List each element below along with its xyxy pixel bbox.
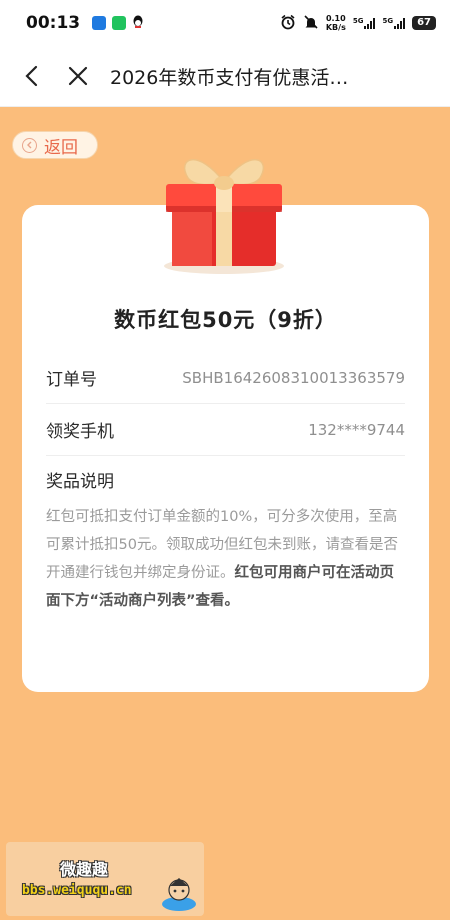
watermark-url: bbs.weiququ.cn	[22, 883, 132, 898]
order-number-row: 订单号 SBHB1642608310013363579	[46, 352, 405, 404]
close-button[interactable]	[60, 58, 96, 94]
qq-icon	[132, 14, 144, 33]
status-right: 0.10 KB/s 5G 5G 67	[280, 14, 436, 33]
return-button[interactable]: 返回	[12, 131, 98, 159]
sim1-signal: 5G	[353, 17, 376, 29]
network-speed: 0.10 KB/s	[326, 14, 346, 32]
chevron-left-circle-icon	[22, 137, 37, 153]
gift-box-icon	[158, 148, 290, 282]
watermark-name: 微趣趣	[60, 860, 109, 879]
page-title: 2026年数币支付有优惠活…	[110, 66, 349, 89]
wechat-icon	[112, 16, 127, 30]
back-arrow-button[interactable]	[14, 58, 50, 94]
signal-bars-icon	[364, 17, 376, 29]
phone-value: 132****9744	[308, 420, 405, 439]
phone-label: 领奖手机	[46, 422, 114, 442]
prize-description-title: 奖品说明	[46, 472, 114, 492]
status-left: 00:13	[26, 13, 144, 33]
battery-indicator: 67	[412, 16, 436, 30]
signal-bars-icon	[394, 17, 406, 29]
notification-app-icon	[92, 16, 107, 30]
order-number-value: SBHB1642608310013363579	[182, 368, 405, 387]
chevron-left-icon	[25, 65, 38, 87]
sim2-signal: 5G	[382, 17, 406, 29]
prize-description: 红包可抵扣支付订单金额的10%，可分多次使用，至高可累计抵扣50元。领取成功但红…	[46, 503, 406, 615]
prize-title: 数币红包50元（9折）	[114, 308, 337, 332]
status-time: 00:13	[26, 13, 81, 33]
nav-bar: 2026年数币支付有优惠活…	[0, 46, 450, 107]
phone-row: 领奖手机 132****9744	[46, 404, 405, 456]
alarm-icon	[280, 14, 296, 33]
network-speed-value: 0.10	[325, 14, 346, 23]
sim2-label: 5G	[382, 17, 394, 25]
network-speed-unit: KB/s	[325, 23, 346, 32]
sim1-label: 5G	[352, 17, 364, 25]
mute-bell-icon	[303, 14, 319, 33]
close-icon	[68, 66, 88, 86]
return-label: 返回	[44, 137, 78, 158]
watermark: 微趣趣 bbs.weiququ.cn	[6, 842, 204, 916]
status-bar: 00:13 0.10 KB/s 5G 5G 67	[0, 0, 450, 46]
mascot-icon	[160, 872, 198, 916]
order-number-label: 订单号	[46, 370, 97, 390]
